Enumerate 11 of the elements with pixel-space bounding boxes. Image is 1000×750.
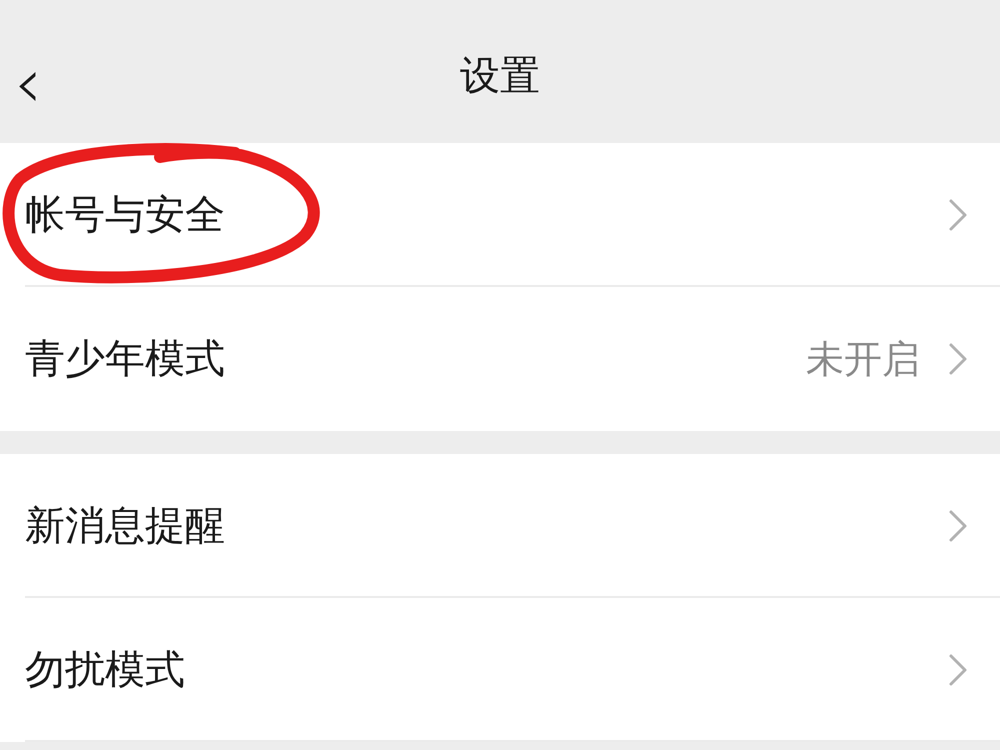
chevron-right-icon (948, 198, 968, 232)
row-value: 未开启 (806, 340, 920, 378)
row-label: 帐号与安全 (25, 195, 225, 235)
chevron-right-icon (948, 653, 968, 687)
page-title: 设置 (460, 52, 540, 96)
row-label: 勿扰模式 (25, 650, 185, 690)
chevron-right-icon (948, 342, 968, 376)
row-label: 青少年模式 (25, 339, 225, 379)
chevron-right-icon (948, 509, 968, 543)
back-button[interactable]: ‹ (14, 48, 42, 118)
row-label: 新消息提醒 (25, 506, 225, 546)
